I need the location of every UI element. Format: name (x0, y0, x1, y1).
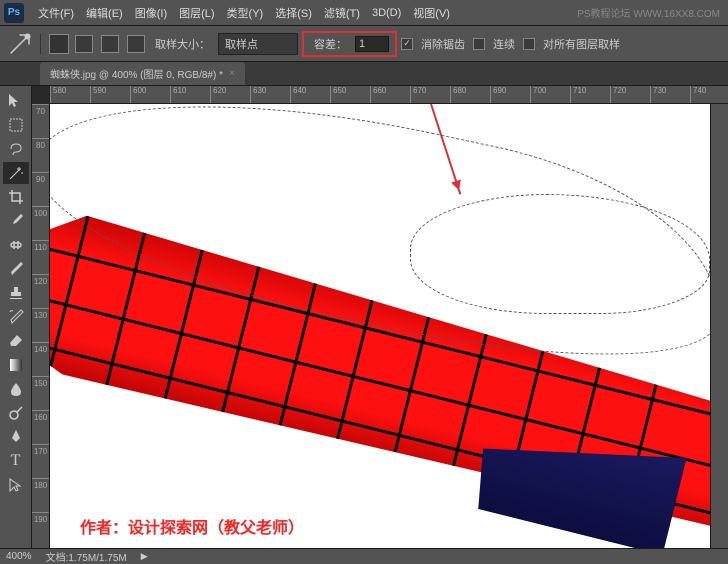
sel-mode-add[interactable] (101, 35, 119, 53)
antialias-label: 消除锯齿 (421, 36, 465, 52)
crop-tool[interactable] (3, 186, 29, 208)
menu-edit[interactable]: 编辑(E) (80, 5, 129, 21)
menu-3d[interactable]: 3D(D) (366, 7, 407, 19)
eyedropper-tool[interactable] (3, 210, 29, 232)
healing-tool[interactable] (3, 234, 29, 256)
brush-tool[interactable] (3, 258, 29, 280)
close-icon[interactable]: × (229, 68, 235, 79)
divider (40, 34, 41, 54)
tools-panel: T (0, 86, 32, 548)
main-area: T 58059060061062063064065066067068069070… (0, 86, 728, 548)
type-tool[interactable]: T (3, 450, 29, 472)
document-tab-title: 蜘蛛侠.jpg @ 400% (图层 0, RGB/8#) * (50, 66, 223, 81)
canvas-area: 5805906006106206306406506606706806907007… (32, 86, 728, 548)
scrollbar-vertical[interactable] (710, 104, 728, 548)
canvas[interactable]: 作者：设计探索网（教父老师） (50, 104, 710, 548)
lasso-tool[interactable] (3, 138, 29, 160)
sel-mode-subtract[interactable] (127, 35, 145, 53)
antialias-checkbox[interactable]: ✓ (401, 38, 413, 50)
tolerance-label: 容差： (314, 36, 347, 52)
magic-wand-tool[interactable] (3, 162, 29, 184)
sel-mode-new[interactable] (75, 35, 93, 53)
sample-size-label: 取样大小： (155, 36, 210, 52)
document-tab-bar: 蜘蛛侠.jpg @ 400% (图层 0, RGB/8#) * × (0, 62, 728, 86)
menu-type[interactable]: 类型(Y) (221, 5, 270, 21)
status-bar: 400% 文档:1.75M/1.75M ▶ (0, 548, 728, 564)
menu-bar: Ps 文件(F) 编辑(E) 图像(I) 图层(L) 类型(Y) 选择(S) 滤… (0, 0, 728, 26)
horizontal-ruler[interactable]: 5805906006106206306406506606706806907007… (50, 86, 728, 104)
vertical-ruler[interactable]: 708090100110120130140150160170180190 (32, 104, 50, 548)
all-layers-checkbox[interactable] (523, 38, 535, 50)
gradient-tool[interactable] (3, 354, 29, 376)
marquee-tool[interactable] (3, 114, 29, 136)
move-tool[interactable] (3, 90, 29, 112)
doc-size[interactable]: 文档:1.75M/1.75M (46, 549, 127, 564)
tool-preset-icon[interactable] (8, 32, 32, 56)
app-logo: Ps (4, 3, 24, 23)
eraser-tool[interactable] (3, 330, 29, 352)
menu-image[interactable]: 图像(I) (129, 5, 173, 21)
path-tool[interactable] (3, 474, 29, 496)
tolerance-highlight: 容差： (302, 31, 397, 57)
pen-tool[interactable] (3, 426, 29, 448)
dodge-tool[interactable] (3, 402, 29, 424)
sample-swatch[interactable] (49, 34, 69, 54)
contiguous-checkbox[interactable] (473, 38, 485, 50)
watermark: PS教程论坛 WWW.16XX8.COM (577, 5, 728, 20)
options-bar: 取样大小： 取样点 容差： ✓ 消除锯齿 连续 对所有图层取样 (0, 26, 728, 62)
menu-view[interactable]: 视图(V) (407, 5, 456, 21)
menu-filter[interactable]: 滤镜(T) (318, 5, 366, 21)
selection-marquee (410, 194, 710, 314)
sample-size-dropdown[interactable]: 取样点 (218, 33, 298, 55)
contiguous-label: 连续 (493, 36, 515, 52)
blur-tool[interactable] (3, 378, 29, 400)
credit-text: 作者：设计探索网（教父老师） (80, 514, 304, 538)
all-layers-label: 对所有图层取样 (543, 36, 620, 52)
history-brush-tool[interactable] (3, 306, 29, 328)
document-tab[interactable]: 蜘蛛侠.jpg @ 400% (图层 0, RGB/8#) * × (40, 62, 245, 85)
stamp-tool[interactable] (3, 282, 29, 304)
menu-layer[interactable]: 图层(L) (173, 5, 220, 21)
tolerance-input[interactable] (355, 36, 389, 52)
menu-file[interactable]: 文件(F) (32, 5, 80, 21)
menu-select[interactable]: 选择(S) (269, 5, 318, 21)
zoom-level[interactable]: 400% (6, 551, 32, 562)
